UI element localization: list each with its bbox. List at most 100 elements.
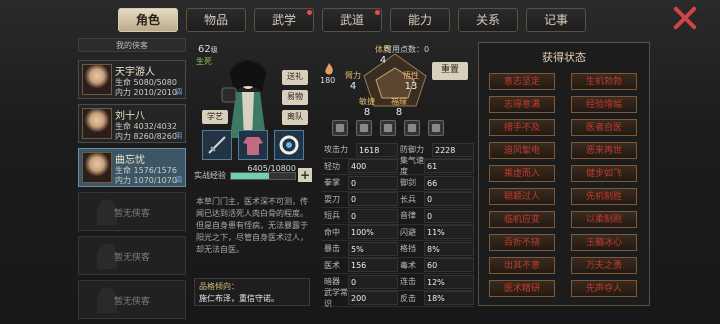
stat-cell: 医术 156 [322, 258, 398, 274]
stat-value: 0 [348, 208, 398, 223]
stat-name: 短兵 [324, 211, 340, 221]
reset-button[interactable]: 重置 [432, 62, 468, 80]
stat-number: 18% [427, 294, 445, 304]
character-portrait [221, 60, 266, 138]
points-label: 可用点数： [384, 45, 424, 54]
tab-notes[interactable]: 记事 [526, 8, 586, 32]
status-effect-button[interactable]: 措手不及 [489, 119, 555, 136]
status-effect-button[interactable]: 聪颖过人 [489, 188, 555, 205]
gem-slots [332, 120, 444, 136]
tab-character[interactable]: 角色 [118, 8, 178, 32]
empty-slot[interactable]: 暂无侠客 [78, 236, 186, 275]
tag-badge: 阴 [175, 132, 182, 140]
level-unit: 级 [210, 46, 218, 54]
exp-progress-fill [231, 173, 269, 179]
attr-value: 13 [404, 81, 418, 92]
status-effect-button[interactable]: 恶来再世 [571, 142, 637, 159]
add-exp-button[interactable]: + [298, 168, 312, 182]
status-effect-button[interactable]: 意志坚定 [489, 73, 555, 90]
status-effect-button[interactable]: 百折不挠 [489, 234, 555, 251]
gem-slot-icon [432, 124, 440, 132]
status-effect-button[interactable]: 先声夺人 [571, 280, 637, 297]
stats-table: 攻击力 1618 +200防御力 2228 +230 轻功 400 集气速度61 拳掌 0… [322, 142, 474, 308]
stat-value: 0 [424, 192, 474, 207]
stat-name: 格挡 [400, 244, 416, 254]
gem-slot[interactable] [404, 120, 420, 136]
attr-name: 福缘 [391, 97, 407, 106]
tendency-label: 品格倾向： [199, 282, 239, 291]
stat-row: 轻功 400 集气速度 61 [322, 156, 474, 176]
status-effect-button[interactable]: 乘虚而入 [489, 165, 555, 182]
weapon-slot[interactable] [202, 130, 232, 160]
leave-team-button[interactable]: 离队 [282, 110, 308, 125]
gem-slot[interactable] [332, 120, 348, 136]
status-effect-button[interactable]: 万夫之勇 [571, 257, 637, 274]
mp-text: 内力 2010/2010 [115, 88, 177, 97]
gem-slot-icon [384, 124, 392, 132]
stat-cell: 武学常识 200 [322, 288, 398, 308]
status-effect-button[interactable]: 志得意满 [489, 96, 555, 113]
stat-value: 5% [348, 241, 398, 256]
avatar [82, 152, 112, 183]
status-effect-button[interactable]: 临机应变 [489, 211, 555, 228]
stat-value: 200 [348, 291, 398, 306]
stat-name: 御剑 [400, 178, 416, 188]
status-effect-button[interactable]: 经验增幅 [571, 96, 637, 113]
stat-row: 拳掌 0 御剑 66 [322, 175, 474, 192]
tab-label: 物品 [203, 13, 228, 27]
tab-way[interactable]: 武道 [322, 8, 382, 32]
gem-slot[interactable] [356, 120, 372, 136]
stat-name: 毒术 [400, 260, 416, 270]
character-card[interactable]: 刘十八 生命 4032/4032 内力 8260/8260 阴 [78, 104, 186, 143]
stat-row: 短兵 0 音律 0 [322, 208, 474, 225]
stat-row: 武学常识 200 反击 18% [322, 288, 474, 308]
stat-name: 拳掌 [324, 178, 340, 188]
character-card-selected[interactable]: 曲忘忧 生命 1576/1576 内力 1070/1070 调 [78, 148, 186, 187]
empty-slot[interactable]: 暂无侠客 [78, 192, 186, 231]
status-effect-button[interactable]: 出其不意 [489, 257, 555, 274]
stat-name: 音律 [400, 211, 416, 221]
stat-name: 攻击力 [324, 145, 348, 155]
status-effect-button[interactable]: 生机勃勃 [571, 73, 637, 90]
tendency-value: 施仁布泽，重信守诺。 [199, 294, 279, 303]
stat-number: 61 [427, 162, 438, 172]
status-effect-button[interactable]: 玉髓冰心 [571, 234, 637, 251]
empty-label: 暂无侠客 [113, 297, 150, 307]
character-level: 62级 [198, 44, 218, 55]
status-effect-button[interactable]: 以柔制刚 [571, 211, 637, 228]
tab-label: 武学 [271, 13, 296, 27]
tab-martial[interactable]: 武学 [254, 8, 314, 32]
tab-items[interactable]: 物品 [186, 8, 246, 32]
flame-icon [325, 63, 333, 75]
empty-label: 暂无侠客 [113, 253, 150, 263]
character-card[interactable]: 天宇游人 生命 5080/5080 内力 2010/2010 调 [78, 60, 186, 99]
status-effect-button[interactable]: 医者自医 [571, 119, 637, 136]
status-effect-button[interactable]: 追风掣电 [489, 142, 555, 159]
stat-cell: 闪避 11% [398, 225, 474, 241]
trade-button[interactable]: 易物 [282, 90, 308, 105]
tab-ability[interactable]: 能力 [390, 8, 450, 32]
stat-cell: 连击 12% [398, 274, 474, 290]
status-effect-button[interactable]: 先机制胜 [571, 188, 637, 205]
attr-name: 臂力 [345, 71, 361, 80]
gift-button[interactable]: 送礼 [282, 70, 308, 85]
attr-value: 4 [349, 81, 357, 92]
status-effect-button[interactable]: 医术精研 [489, 280, 555, 297]
stat-value: 0 [348, 274, 398, 289]
gem-slot[interactable] [380, 120, 396, 136]
close-icon[interactable] [672, 5, 698, 31]
stat-number: 0 [351, 211, 357, 221]
stat-number: 0 [427, 211, 433, 221]
stat-name: 闪避 [400, 227, 416, 237]
learn-skill-button[interactable]: 学艺 [202, 110, 228, 124]
accessory-slot[interactable] [274, 130, 304, 160]
empty-slot[interactable]: 暂无侠客 [78, 280, 186, 319]
gem-slot[interactable] [428, 120, 444, 136]
status-effect-button[interactable]: 健步如飞 [571, 165, 637, 182]
stat-number: 400 [351, 162, 367, 172]
gem-slot-icon [336, 124, 344, 132]
stat-row: 医术 156 毒术 60 [322, 258, 474, 274]
attr-agility: 敏捷 8 [352, 96, 382, 118]
armor-slot[interactable] [238, 130, 268, 160]
tab-relations[interactable]: 关系 [458, 8, 518, 32]
